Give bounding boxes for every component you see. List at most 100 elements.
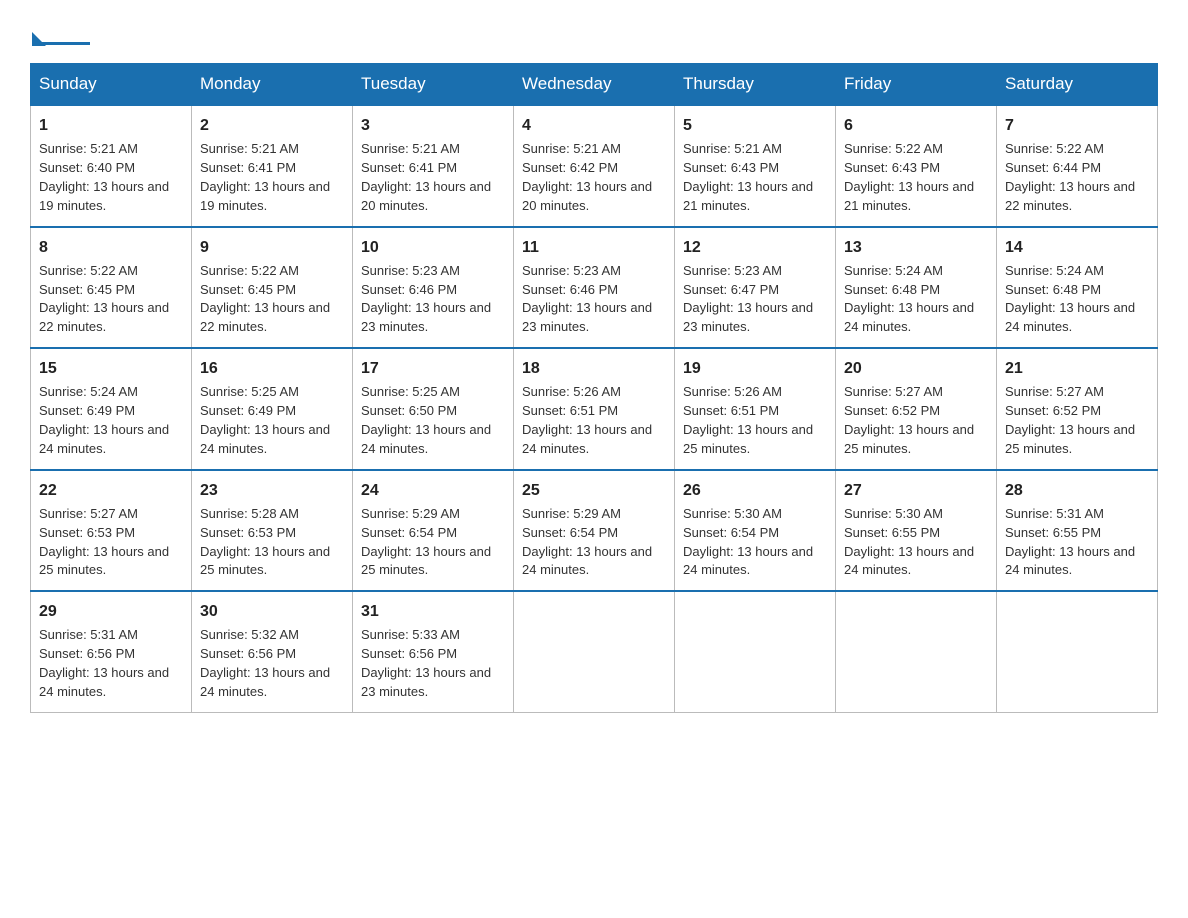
calendar-cell: 7 Sunrise: 5:22 AMSunset: 6:44 PMDayligh…	[997, 105, 1158, 227]
day-info: Sunrise: 5:22 AMSunset: 6:44 PMDaylight:…	[1005, 141, 1135, 213]
day-info: Sunrise: 5:29 AMSunset: 6:54 PMDaylight:…	[361, 506, 491, 578]
day-number: 7	[1005, 114, 1149, 137]
day-info: Sunrise: 5:24 AMSunset: 6:48 PMDaylight:…	[844, 263, 974, 335]
day-info: Sunrise: 5:26 AMSunset: 6:51 PMDaylight:…	[522, 384, 652, 456]
calendar-cell: 5 Sunrise: 5:21 AMSunset: 6:43 PMDayligh…	[675, 105, 836, 227]
calendar-cell: 22 Sunrise: 5:27 AMSunset: 6:53 PMDaylig…	[31, 470, 192, 592]
day-info: Sunrise: 5:25 AMSunset: 6:50 PMDaylight:…	[361, 384, 491, 456]
calendar-cell	[675, 591, 836, 712]
day-info: Sunrise: 5:22 AMSunset: 6:45 PMDaylight:…	[200, 263, 330, 335]
week-row-1: 1 Sunrise: 5:21 AMSunset: 6:40 PMDayligh…	[31, 105, 1158, 227]
day-number: 19	[683, 357, 827, 380]
calendar-cell: 20 Sunrise: 5:27 AMSunset: 6:52 PMDaylig…	[836, 348, 997, 470]
day-info: Sunrise: 5:25 AMSunset: 6:49 PMDaylight:…	[200, 384, 330, 456]
calendar-cell	[514, 591, 675, 712]
day-number: 8	[39, 236, 183, 259]
calendar-cell: 30 Sunrise: 5:32 AMSunset: 6:56 PMDaylig…	[192, 591, 353, 712]
day-info: Sunrise: 5:21 AMSunset: 6:43 PMDaylight:…	[683, 141, 813, 213]
calendar-cell: 6 Sunrise: 5:22 AMSunset: 6:43 PMDayligh…	[836, 105, 997, 227]
calendar-cell: 9 Sunrise: 5:22 AMSunset: 6:45 PMDayligh…	[192, 227, 353, 349]
day-number: 10	[361, 236, 505, 259]
week-row-2: 8 Sunrise: 5:22 AMSunset: 6:45 PMDayligh…	[31, 227, 1158, 349]
week-row-4: 22 Sunrise: 5:27 AMSunset: 6:53 PMDaylig…	[31, 470, 1158, 592]
weekday-header-wednesday: Wednesday	[514, 64, 675, 106]
day-number: 4	[522, 114, 666, 137]
day-info: Sunrise: 5:27 AMSunset: 6:52 PMDaylight:…	[1005, 384, 1135, 456]
calendar-table: SundayMondayTuesdayWednesdayThursdayFrid…	[30, 63, 1158, 713]
day-info: Sunrise: 5:21 AMSunset: 6:40 PMDaylight:…	[39, 141, 169, 213]
calendar-cell	[836, 591, 997, 712]
calendar-cell: 3 Sunrise: 5:21 AMSunset: 6:41 PMDayligh…	[353, 105, 514, 227]
calendar-cell: 17 Sunrise: 5:25 AMSunset: 6:50 PMDaylig…	[353, 348, 514, 470]
day-number: 16	[200, 357, 344, 380]
weekday-header-saturday: Saturday	[997, 64, 1158, 106]
day-info: Sunrise: 5:31 AMSunset: 6:55 PMDaylight:…	[1005, 506, 1135, 578]
day-number: 17	[361, 357, 505, 380]
calendar-cell: 1 Sunrise: 5:21 AMSunset: 6:40 PMDayligh…	[31, 105, 192, 227]
day-info: Sunrise: 5:26 AMSunset: 6:51 PMDaylight:…	[683, 384, 813, 456]
day-info: Sunrise: 5:21 AMSunset: 6:41 PMDaylight:…	[200, 141, 330, 213]
day-info: Sunrise: 5:27 AMSunset: 6:53 PMDaylight:…	[39, 506, 169, 578]
calendar-cell: 19 Sunrise: 5:26 AMSunset: 6:51 PMDaylig…	[675, 348, 836, 470]
weekday-header-monday: Monday	[192, 64, 353, 106]
calendar-cell: 11 Sunrise: 5:23 AMSunset: 6:46 PMDaylig…	[514, 227, 675, 349]
weekday-header-friday: Friday	[836, 64, 997, 106]
day-info: Sunrise: 5:22 AMSunset: 6:43 PMDaylight:…	[844, 141, 974, 213]
day-number: 3	[361, 114, 505, 137]
day-number: 6	[844, 114, 988, 137]
day-number: 14	[1005, 236, 1149, 259]
day-info: Sunrise: 5:23 AMSunset: 6:47 PMDaylight:…	[683, 263, 813, 335]
day-info: Sunrise: 5:30 AMSunset: 6:55 PMDaylight:…	[844, 506, 974, 578]
day-number: 9	[200, 236, 344, 259]
weekday-header-tuesday: Tuesday	[353, 64, 514, 106]
day-number: 2	[200, 114, 344, 137]
weekday-header-thursday: Thursday	[675, 64, 836, 106]
week-row-5: 29 Sunrise: 5:31 AMSunset: 6:56 PMDaylig…	[31, 591, 1158, 712]
day-info: Sunrise: 5:31 AMSunset: 6:56 PMDaylight:…	[39, 627, 169, 699]
calendar-cell: 8 Sunrise: 5:22 AMSunset: 6:45 PMDayligh…	[31, 227, 192, 349]
calendar-cell: 23 Sunrise: 5:28 AMSunset: 6:53 PMDaylig…	[192, 470, 353, 592]
day-number: 1	[39, 114, 183, 137]
weekday-header-sunday: Sunday	[31, 64, 192, 106]
day-info: Sunrise: 5:22 AMSunset: 6:45 PMDaylight:…	[39, 263, 169, 335]
day-info: Sunrise: 5:29 AMSunset: 6:54 PMDaylight:…	[522, 506, 652, 578]
day-number: 29	[39, 600, 183, 623]
day-info: Sunrise: 5:32 AMSunset: 6:56 PMDaylight:…	[200, 627, 330, 699]
day-number: 25	[522, 479, 666, 502]
calendar-cell: 16 Sunrise: 5:25 AMSunset: 6:49 PMDaylig…	[192, 348, 353, 470]
day-info: Sunrise: 5:30 AMSunset: 6:54 PMDaylight:…	[683, 506, 813, 578]
week-row-3: 15 Sunrise: 5:24 AMSunset: 6:49 PMDaylig…	[31, 348, 1158, 470]
logo	[30, 28, 96, 45]
calendar-cell: 24 Sunrise: 5:29 AMSunset: 6:54 PMDaylig…	[353, 470, 514, 592]
day-number: 27	[844, 479, 988, 502]
day-number: 28	[1005, 479, 1149, 502]
day-number: 31	[361, 600, 505, 623]
day-number: 23	[200, 479, 344, 502]
day-number: 20	[844, 357, 988, 380]
day-info: Sunrise: 5:27 AMSunset: 6:52 PMDaylight:…	[844, 384, 974, 456]
calendar-cell: 13 Sunrise: 5:24 AMSunset: 6:48 PMDaylig…	[836, 227, 997, 349]
day-number: 26	[683, 479, 827, 502]
calendar-cell: 12 Sunrise: 5:23 AMSunset: 6:47 PMDaylig…	[675, 227, 836, 349]
day-number: 11	[522, 236, 666, 259]
weekday-header-row: SundayMondayTuesdayWednesdayThursdayFrid…	[31, 64, 1158, 106]
day-number: 15	[39, 357, 183, 380]
day-number: 24	[361, 479, 505, 502]
day-number: 18	[522, 357, 666, 380]
day-number: 30	[200, 600, 344, 623]
calendar-cell: 25 Sunrise: 5:29 AMSunset: 6:54 PMDaylig…	[514, 470, 675, 592]
calendar-cell: 10 Sunrise: 5:23 AMSunset: 6:46 PMDaylig…	[353, 227, 514, 349]
calendar-cell: 21 Sunrise: 5:27 AMSunset: 6:52 PMDaylig…	[997, 348, 1158, 470]
day-info: Sunrise: 5:23 AMSunset: 6:46 PMDaylight:…	[522, 263, 652, 335]
page-header	[30, 20, 1158, 45]
calendar-cell: 2 Sunrise: 5:21 AMSunset: 6:41 PMDayligh…	[192, 105, 353, 227]
calendar-cell: 15 Sunrise: 5:24 AMSunset: 6:49 PMDaylig…	[31, 348, 192, 470]
day-number: 13	[844, 236, 988, 259]
calendar-cell: 4 Sunrise: 5:21 AMSunset: 6:42 PMDayligh…	[514, 105, 675, 227]
calendar-cell: 28 Sunrise: 5:31 AMSunset: 6:55 PMDaylig…	[997, 470, 1158, 592]
calendar-cell	[997, 591, 1158, 712]
day-info: Sunrise: 5:24 AMSunset: 6:48 PMDaylight:…	[1005, 263, 1135, 335]
day-info: Sunrise: 5:28 AMSunset: 6:53 PMDaylight:…	[200, 506, 330, 578]
day-number: 21	[1005, 357, 1149, 380]
calendar-cell: 27 Sunrise: 5:30 AMSunset: 6:55 PMDaylig…	[836, 470, 997, 592]
